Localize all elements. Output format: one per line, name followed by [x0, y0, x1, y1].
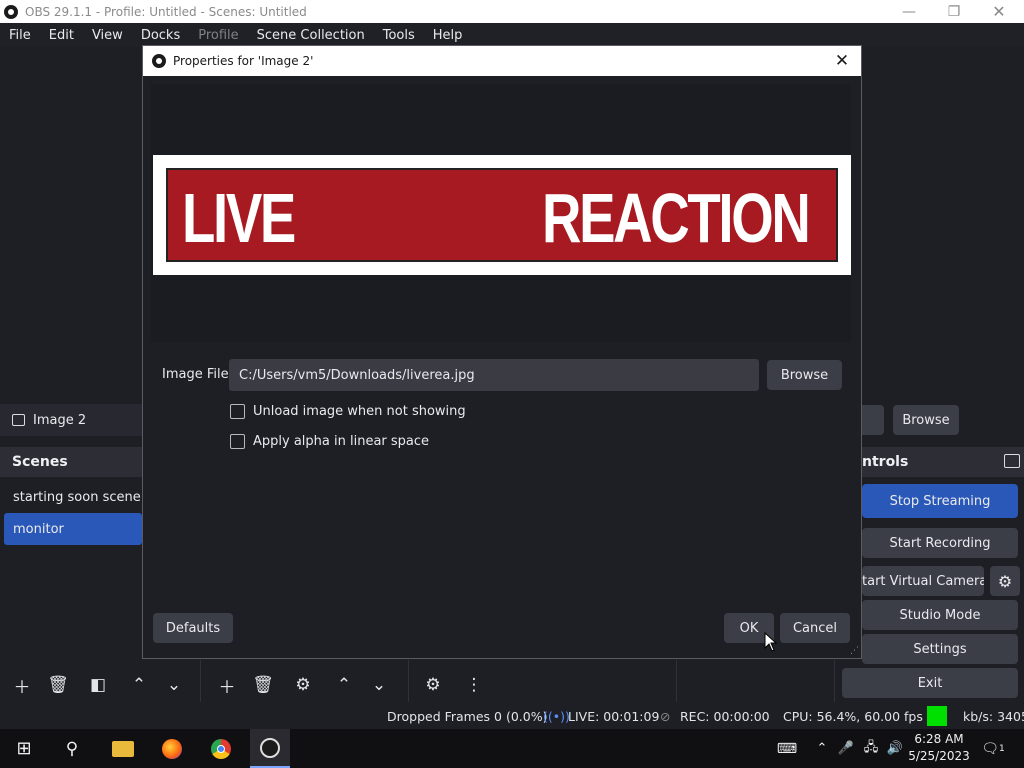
selected-source-label: Image 2: [33, 412, 87, 428]
menu-help[interactable]: Help: [424, 28, 472, 43]
defaults-button[interactable]: Defaults: [153, 613, 233, 643]
unload-image-checkbox-row[interactable]: Unload image when not showing: [230, 404, 466, 419]
source-browse-button[interactable]: Browse: [893, 405, 959, 435]
remove-source-trash-icon[interactable]: 🗑: [248, 671, 278, 699]
title-bar: OBS 29.1.1 - Profile: Untitled - Scenes:…: [0, 0, 1024, 23]
apply-alpha-checkbox[interactable]: [230, 434, 245, 449]
live-timer-status: LIVE: 00:01:09: [568, 709, 660, 724]
source-field-stub[interactable]: [862, 405, 884, 435]
menu-view[interactable]: View: [83, 28, 132, 43]
rec-timer-status: REC: 00:00:00: [680, 709, 770, 724]
menu-profile[interactable]: Profile: [189, 28, 247, 43]
menu-scene-collection[interactable]: Scene Collection: [248, 28, 374, 43]
status-bar: Dropped Frames 0 (0.0%) ((•)) LIVE: 00:0…: [0, 703, 1024, 729]
firefox-icon[interactable]: [156, 729, 188, 768]
network-icon[interactable]: 🖧: [860, 729, 882, 768]
dialog-title: Properties for 'Image 2': [173, 54, 314, 68]
scene-item-selected[interactable]: monitor: [4, 513, 142, 545]
file-explorer-folder-icon[interactable]: [107, 729, 139, 768]
mouse-cursor-icon: [764, 632, 778, 652]
mixer-menu-kebab-icon[interactable]: ⋮: [459, 671, 489, 699]
chrome-icon[interactable]: [205, 729, 237, 768]
scene-filters-icon[interactable]: ◧: [83, 671, 113, 699]
image-file-label: Image File: [162, 367, 229, 382]
start-recording-button[interactable]: Start Recording: [862, 528, 1018, 558]
settings-button[interactable]: Settings: [862, 634, 1018, 664]
properties-dialog: Properties for 'Image 2' ✕ LIVE REACTION…: [142, 45, 862, 659]
stop-streaming-button[interactable]: Stop Streaming: [862, 484, 1018, 518]
remove-scene-trash-icon[interactable]: 🗑: [43, 671, 73, 699]
studio-mode-button[interactable]: Studio Mode: [862, 600, 1018, 630]
dialog-title-bar: Properties for 'Image 2' ✕: [143, 46, 861, 76]
menu-file[interactable]: File: [0, 28, 40, 43]
toolbar-divider: [200, 660, 201, 702]
toolbar-divider: [408, 660, 409, 702]
menu-bar: File Edit View Docks Profile Scene Colle…: [0, 23, 1024, 47]
cancel-button[interactable]: Cancel: [780, 613, 850, 643]
resize-grip-icon[interactable]: ⋰: [850, 646, 859, 656]
image-icon: [12, 414, 25, 426]
minimize-button[interactable]: —: [886, 0, 932, 23]
unload-image-checkbox[interactable]: [230, 404, 245, 419]
menu-docks[interactable]: Docks: [132, 28, 189, 43]
dialog-close-icon[interactable]: ✕: [831, 50, 853, 72]
image-file-browse-button[interactable]: Browse: [767, 360, 842, 390]
maximize-button[interactable]: ❐: [931, 0, 977, 23]
source-move-up-chevron-icon[interactable]: ⌃: [329, 671, 359, 699]
exit-button[interactable]: Exit: [842, 668, 1018, 698]
search-icon[interactable]: ⚲: [56, 729, 88, 768]
clock-time: 6:28 AM: [914, 732, 964, 746]
obs-logo-icon: [152, 54, 166, 68]
image-file-path-input[interactable]: C:/Users/vm5/Downloads/liverea.jpg: [229, 359, 759, 391]
rec-disabled-icon: ⊘: [660, 709, 671, 724]
undock-icon[interactable]: [1004, 454, 1020, 468]
controls-dock-header: ntrols: [862, 447, 1024, 477]
window-title: OBS 29.1.1 - Profile: Untitled - Scenes:…: [25, 4, 307, 19]
close-button[interactable]: ✕: [976, 0, 1022, 23]
scene-move-down-chevron-icon[interactable]: ⌄: [159, 671, 189, 699]
toolbar-divider: [676, 660, 677, 702]
dropped-frames-status: Dropped Frames 0 (0.0%): [387, 709, 548, 724]
cpu-fps-status: CPU: 56.4%, 60.00 fps: [783, 709, 923, 724]
toolbar-divider: [834, 660, 835, 702]
show-hidden-icons-chevron-icon[interactable]: ⌃: [812, 729, 832, 768]
stream-health-indicator: [927, 706, 947, 726]
scenes-dock-header: Scenes: [0, 447, 142, 477]
preview-image: LIVE REACTION: [153, 155, 851, 275]
keyboard-icon[interactable]: ⌨: [774, 729, 800, 768]
add-scene-plus-icon[interactable]: ＋: [7, 671, 37, 699]
windows-start-icon[interactable]: ⊞: [8, 729, 40, 768]
live-broadcast-icon: ((•)): [543, 709, 570, 724]
unload-image-label: Unload image when not showing: [253, 404, 466, 419]
obs-logo-icon: [4, 4, 18, 19]
taskbar-clock[interactable]: 6:28 AM 5/25/2023: [905, 731, 973, 765]
obs-taskbar-icon[interactable]: [250, 729, 290, 768]
volume-icon[interactable]: 🔊: [884, 729, 906, 768]
notifications-icon[interactable]: 🗨 1: [980, 729, 1006, 768]
source-toolbar: Image 2: [0, 404, 142, 436]
mixer-settings-gears-icon[interactable]: ⚙: [418, 671, 448, 699]
virtual-camera-settings-gear-icon[interactable]: ⚙: [990, 566, 1020, 596]
apply-alpha-checkbox-row[interactable]: Apply alpha in linear space: [230, 434, 429, 449]
clock-date: 5/25/2023: [908, 749, 970, 763]
source-move-down-chevron-icon[interactable]: ⌄: [364, 671, 394, 699]
add-source-plus-icon[interactable]: ＋: [212, 671, 242, 699]
scene-item[interactable]: starting soon scene: [4, 481, 142, 513]
scene-move-up-chevron-icon[interactable]: ⌃: [124, 671, 154, 699]
preview-text-right: REACTION: [542, 179, 811, 257]
preview-banner: LIVE REACTION: [166, 168, 838, 262]
bitrate-status: kb/s: 3405: [963, 709, 1024, 724]
start-virtual-camera-button[interactable]: tart Virtual Camera: [862, 566, 984, 596]
source-properties-gear-icon[interactable]: ⚙: [288, 671, 318, 699]
preview-text-left: LIVE: [182, 179, 296, 257]
apply-alpha-label: Apply alpha in linear space: [253, 434, 430, 449]
menu-tools[interactable]: Tools: [374, 28, 424, 43]
microphone-icon[interactable]: 🎤: [836, 729, 856, 768]
notification-count: 1: [999, 743, 1005, 754]
menu-edit[interactable]: Edit: [40, 28, 83, 43]
